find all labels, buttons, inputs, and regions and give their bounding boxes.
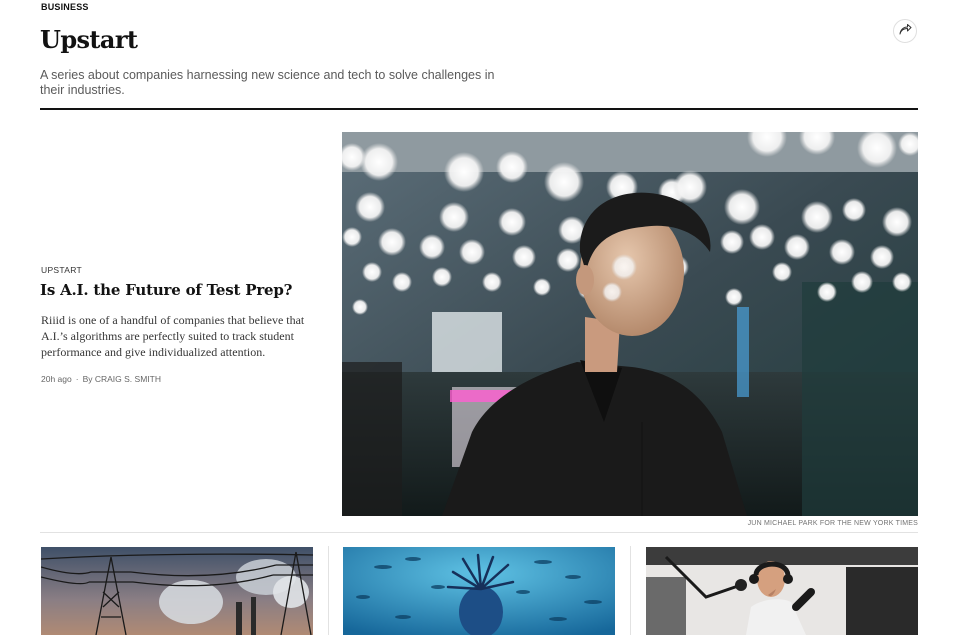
story-summary[interactable]: Riiid is one of a handful of companies t… (41, 312, 321, 360)
story-thumbnail-power-lines[interactable] (41, 547, 313, 635)
column-divider (630, 546, 631, 635)
story-thumbnail-underwater[interactable] (343, 547, 615, 635)
story-headline[interactable]: Is A.I. the Future of Test Prep? (40, 281, 320, 299)
story-thumbnail-studio[interactable] (646, 547, 918, 635)
page-title: Upstart (40, 25, 138, 54)
story-meta: 20h ago · By CRAIG S. SMITH (41, 374, 161, 384)
story-timestamp: 20h ago (41, 374, 72, 384)
header-rule (40, 108, 918, 110)
share-icon (899, 22, 912, 40)
section-label[interactable]: BUSINESS (41, 2, 89, 12)
section-divider (40, 532, 918, 533)
lead-story-image[interactable] (342, 132, 918, 516)
meta-separator: · (75, 374, 79, 384)
column-divider (328, 546, 329, 635)
series-description: A series about companies harnessing new … (40, 68, 495, 97)
story-kicker[interactable]: UPSTART (41, 265, 82, 275)
share-button[interactable] (893, 19, 917, 43)
image-credit: JUN MICHAEL PARK FOR THE NEW YORK TIMES (747, 520, 918, 527)
story-byline: By CRAIG S. SMITH (82, 374, 161, 384)
